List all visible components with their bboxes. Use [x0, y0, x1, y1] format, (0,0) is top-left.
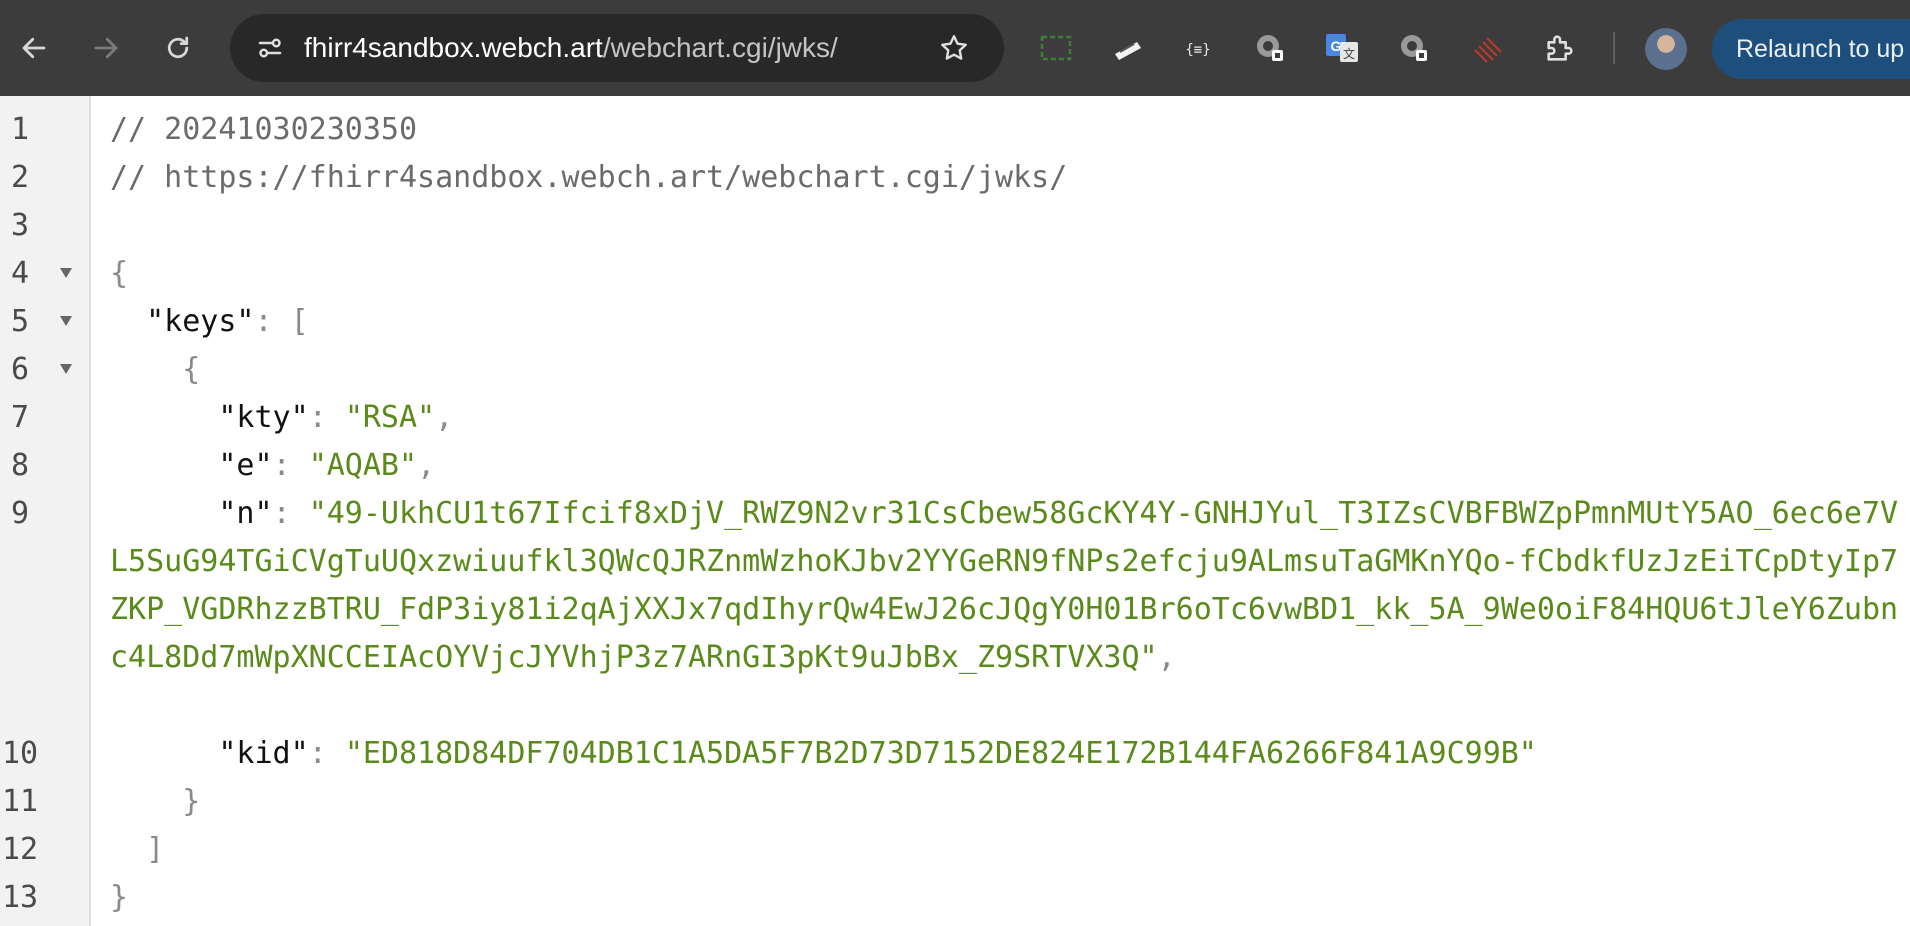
code-line: 2 // https://fhirr4sandbox.webch.art/web… [0, 154, 1910, 202]
code-text: "keys": [ [110, 298, 1890, 346]
line-number: 4 [10, 256, 30, 291]
colon: : [272, 448, 291, 483]
fold-toggle-icon[interactable] [60, 364, 72, 374]
line-number: 11 [1, 784, 39, 819]
json-string: "RSA" [344, 400, 436, 435]
code-text: { [110, 346, 1890, 394]
close-bracket: ] [146, 832, 165, 867]
code-line: 6 { [0, 346, 1910, 394]
comment-url: // https://fhirr4sandbox.webch.art/webch… [110, 160, 1068, 195]
forward-arrow-icon[interactable] [78, 20, 134, 76]
url-text[interactable]: fhirr4sandbox.webch.art/webchart.cgi/jwk… [304, 14, 838, 82]
code-line: 1 // 20241030230350 [0, 106, 1910, 154]
code-text: ] [110, 826, 1890, 874]
edit-extension-icon[interactable] [1106, 26, 1150, 70]
code-line: 9 "n": "49-UkhCU1t67Ifcif8xDjV_RWZ9N2vr3… [0, 490, 1910, 730]
line-number: 12 [1, 832, 39, 867]
code-text: } [110, 778, 1890, 826]
back-arrow-icon[interactable] [6, 20, 62, 76]
fold-toggle-icon[interactable] [60, 268, 72, 278]
site-info-icon[interactable] [246, 24, 294, 72]
code-text: "kty": "RSA", [110, 394, 1890, 442]
json-key: "n" [218, 496, 273, 531]
line-number: 5 [10, 304, 30, 339]
code-line: 10 "kid": "ED818D84DF704DB1C1A5DA5F7B2D7… [0, 730, 1910, 778]
json-key: "kid" [218, 736, 309, 771]
comment-timestamp: // 20241030230350 [110, 112, 418, 147]
line-number: 10 [1, 736, 39, 771]
inner-open-brace: { [182, 352, 201, 387]
line-number: 2 [10, 160, 30, 195]
open-bracket: [ [290, 304, 309, 339]
extension-icon-2[interactable] [1392, 26, 1436, 70]
fold-toggle-icon[interactable] [60, 316, 72, 326]
translate-icon[interactable]: G文 [1320, 26, 1364, 70]
reload-icon[interactable] [150, 20, 206, 76]
relaunch-button[interactable]: Relaunch to up [1712, 19, 1910, 79]
colon: : [272, 496, 291, 531]
line-number: 13 [1, 880, 39, 915]
json-key: "e" [218, 448, 273, 483]
comma: , [417, 448, 436, 483]
line-number: 6 [10, 352, 30, 387]
svg-text:G: G [1331, 38, 1342, 54]
colon: : [254, 304, 273, 339]
extension-icon-1[interactable] [1248, 26, 1292, 70]
bookmark-star-icon[interactable] [930, 24, 978, 72]
code-line: 11 } [0, 778, 1910, 826]
code-text: "e": "AQAB", [110, 442, 1890, 490]
code-line: 12 ] [0, 826, 1910, 874]
inner-close-brace: } [182, 784, 201, 819]
json-key: "kty" [218, 400, 309, 435]
svg-text:{≡}: {≡} [1185, 42, 1210, 58]
line-number: 3 [10, 208, 30, 243]
stripes-extension-icon[interactable] [1466, 26, 1510, 70]
code-line: 5 "keys": [ [0, 298, 1910, 346]
profile-avatar[interactable] [1645, 28, 1687, 70]
toolbar-separator [1613, 32, 1615, 64]
json-formatter-icon[interactable]: {≡} [1176, 26, 1220, 70]
close-brace: } [110, 880, 129, 915]
code-line: 7 "kty": "RSA", [0, 394, 1910, 442]
line-number: 7 [10, 400, 30, 435]
line-number: 8 [10, 448, 30, 483]
code-line: 13 } [0, 874, 1910, 922]
url-path: /webchart.cgi/jwks/ [602, 32, 838, 63]
code-text: "kid": "ED818D84DF704DB1C1A5DA5F7B2D73D7… [110, 730, 1890, 778]
address-bar[interactable]: fhirr4sandbox.webch.art/webchart.cgi/jwk… [230, 14, 1004, 82]
comma: , [1157, 640, 1176, 675]
json-string: "ED818D84DF704DB1C1A5DA5F7B2D73D7152DE82… [344, 736, 1537, 771]
browser-toolbar: fhirr4sandbox.webch.art/webchart.cgi/jwk… [0, 0, 1910, 96]
line-number: 1 [10, 112, 30, 147]
code-line: 3 [0, 202, 1910, 250]
code-text: "n": "49-UkhCU1t67Ifcif8xDjV_RWZ9N2vr31C… [110, 490, 1900, 682]
open-brace: { [110, 256, 129, 291]
puzzle-icon[interactable] [1538, 26, 1582, 70]
svg-text:文: 文 [1343, 46, 1355, 61]
json-string-modulus: "49-UkhCU1t67Ifcif8xDjV_RWZ9N2vr31CsCbew… [110, 496, 1899, 675]
line-number: 9 [10, 496, 30, 531]
colon: : [308, 400, 327, 435]
json-string: "AQAB" [308, 448, 418, 483]
colon: : [308, 736, 327, 771]
url-host: fhirr4sandbox.webch.art [304, 32, 603, 63]
screenshot-extension-icon[interactable] [1034, 26, 1078, 70]
code-line: 8 "e": "AQAB", [0, 442, 1910, 490]
json-key: "keys" [146, 304, 255, 339]
comma: , [435, 400, 454, 435]
code-line: 4 { [0, 250, 1910, 298]
